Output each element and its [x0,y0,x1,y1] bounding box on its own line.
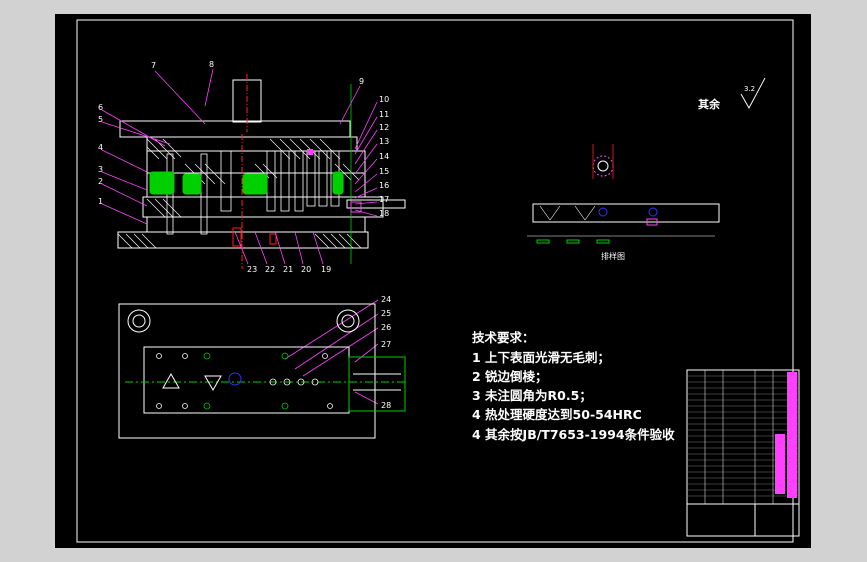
label-14: 14 [379,152,389,161]
strip-layout-view: 排样图 [527,144,720,261]
label-2: 2 [98,177,103,186]
label-11: 11 [379,110,389,119]
drawing-sheet: 7 8 6 5 4 3 2 1 9 10 11 12 13 14 15 16 1… [55,14,811,548]
label-9: 9 [359,77,364,86]
label-1: 1 [98,197,103,206]
requirement-5: 4 其余按JB/T7653-1994条件验收 [472,427,675,442]
label-13: 13 [379,137,389,146]
label-6: 6 [98,103,103,112]
label-27: 27 [381,340,391,349]
requirement-3: 3 未注圆角为R0.5； [472,388,592,403]
bill-of-materials [686,369,800,537]
label-5: 5 [98,115,103,124]
part-number-labels: 7 8 6 5 4 3 2 1 9 10 11 12 13 14 15 16 1… [98,60,391,410]
label-19: 19 [321,265,331,274]
drawing-frame [76,19,794,543]
label-25: 25 [381,309,391,318]
label-16: 16 [379,181,389,190]
label-8: 8 [209,60,214,69]
label-4: 4 [98,143,103,152]
label-21: 21 [283,265,293,274]
drawing-canvas: 7 8 6 5 4 3 2 1 9 10 11 12 13 14 15 16 1… [76,19,800,543]
requirement-1: 1 上下表面光滑无毛刺； [472,350,611,365]
label-12: 12 [379,123,389,132]
label-22: 22 [265,265,275,274]
strip-layout-title: 排样图 [601,251,625,261]
label-15: 15 [379,167,389,176]
label-3: 3 [98,165,103,174]
die-section-view [101,68,406,405]
label-20: 20 [301,265,311,274]
label-23: 23 [247,265,257,274]
label-28: 28 [381,401,391,410]
requirement-2: 2 锐边倒棱； [472,369,548,384]
requirement-4: 4 热处理硬度达到50-54HRC [472,407,642,422]
roughness-symbol: 3.2 [740,77,766,110]
label-24: 24 [381,295,391,304]
cad-viewport[interactable]: 7 8 6 5 4 3 2 1 9 10 11 12 13 14 15 16 1… [0,0,867,562]
other-surface-note: 其余 [698,98,720,111]
label-18: 18 [379,209,389,218]
roughness-value: 3.2 [744,85,755,93]
label-10: 10 [379,95,389,104]
label-7: 7 [151,61,156,70]
label-26: 26 [381,323,391,332]
label-17: 17 [379,195,389,204]
requirements-title: 技术要求： [472,330,535,345]
